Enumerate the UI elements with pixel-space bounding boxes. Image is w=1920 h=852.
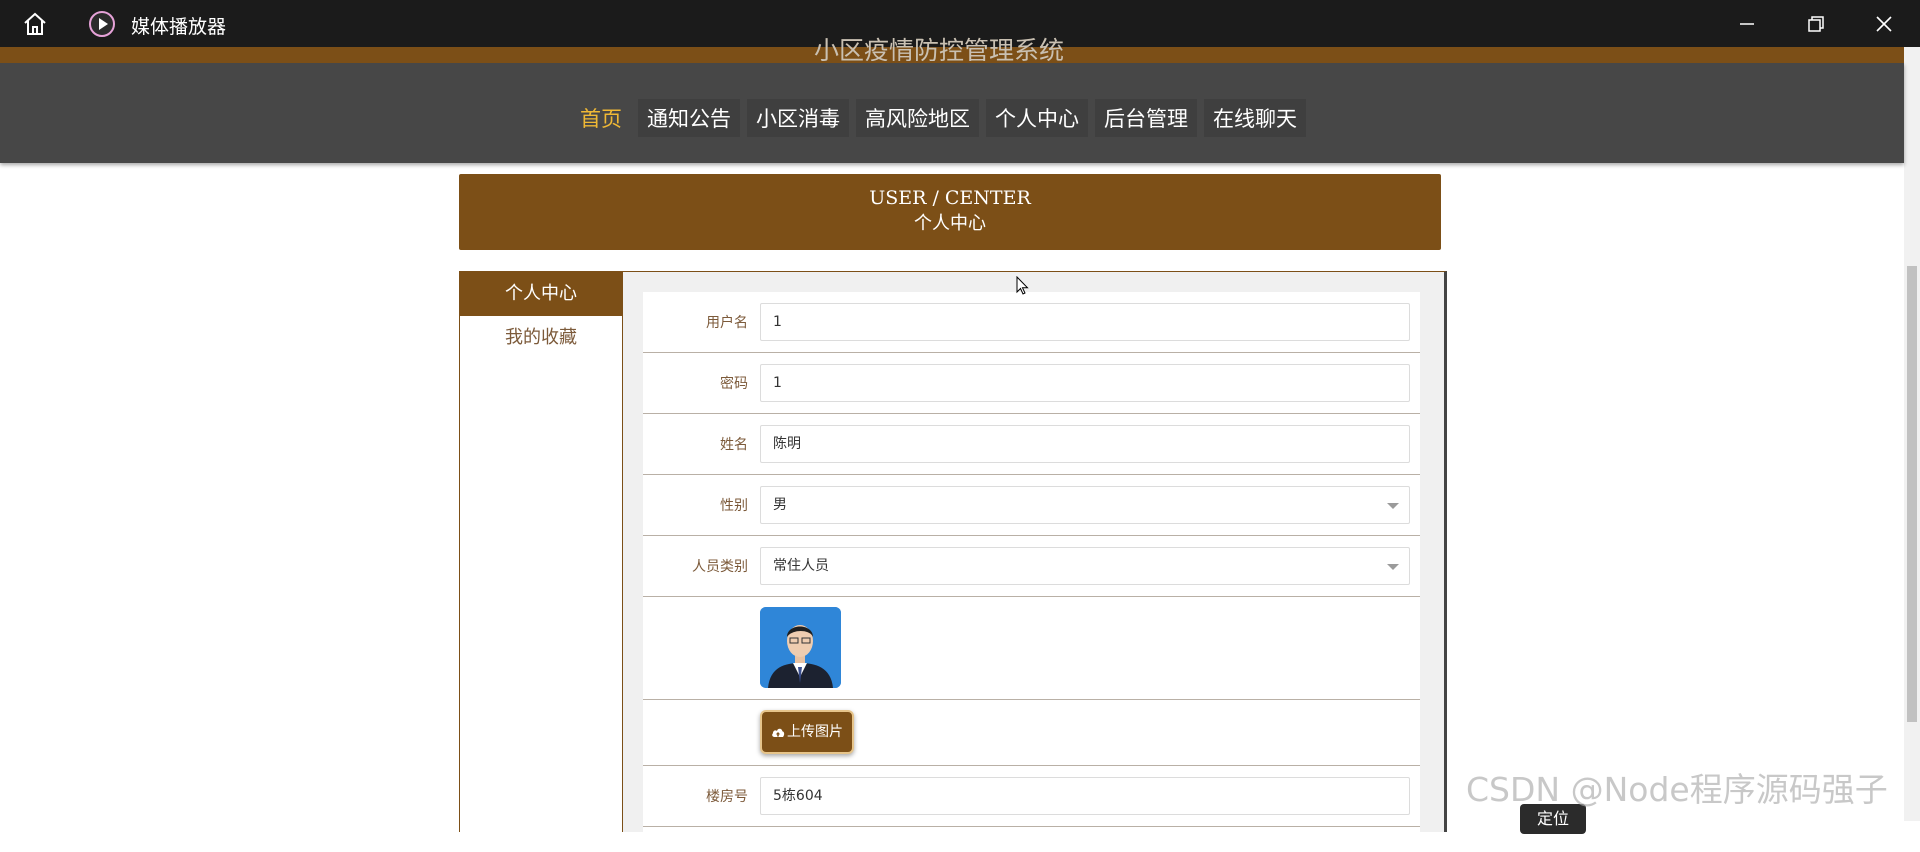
- banner-title-zh: 个人中心: [914, 213, 986, 234]
- gender-select-value: 男: [773, 497, 787, 513]
- upload-image-label: 上传图片: [787, 724, 843, 740]
- form-row-avatar: [643, 597, 1420, 700]
- form-row-building: 楼房号 5栋604: [643, 766, 1420, 827]
- sidebar-item-favorites[interactable]: 我的收藏: [460, 316, 622, 360]
- form-row-upload: 上传图片: [643, 700, 1420, 766]
- form-row-password: 密码 1: [643, 353, 1420, 414]
- scrollbar-thumb[interactable]: [1907, 266, 1917, 722]
- person-type-label: 人员类别: [692, 559, 748, 575]
- form-area: 用户名 1 密码 1 姓名 陈明 性别 男 人员类别 常住人员 上传图片 楼房号…: [623, 272, 1444, 852]
- banner-title-en: USER / CENTER: [869, 187, 1031, 209]
- page-scrollbar[interactable]: [1904, 47, 1920, 821]
- username-label: 用户名: [706, 315, 748, 331]
- form-row-name: 姓名 陈明: [643, 414, 1420, 475]
- main-nav: 首页 通知公告 小区消毒 高风险地区 个人中心 后台管理 在线聊天: [0, 63, 1904, 163]
- avatar-photo: [760, 607, 841, 688]
- nav-list: 首页 通知公告 小区消毒 高风险地区 个人中心 后台管理 在线聊天: [571, 99, 1306, 137]
- building-label: 楼房号: [706, 789, 748, 805]
- watermark: CSDN @Node程序源码强子: [1466, 770, 1888, 809]
- sidebar-item-user-center[interactable]: 个人中心: [460, 272, 622, 316]
- building-input[interactable]: 5栋604: [760, 777, 1410, 815]
- username-input[interactable]: 1: [760, 303, 1410, 341]
- chevron-down-icon: [1387, 564, 1399, 570]
- nav-notices[interactable]: 通知公告: [638, 99, 740, 137]
- nav-user-center[interactable]: 个人中心: [986, 99, 1088, 137]
- site-title: 小区疫情防控管理系统: [0, 31, 1878, 61]
- upload-image-button[interactable]: 上传图片: [760, 710, 854, 754]
- nav-high-risk-areas[interactable]: 高风险地区: [856, 99, 979, 137]
- name-label: 姓名: [720, 437, 748, 453]
- user-center-panel: 个人中心 我的收藏 用户名 1 密码 1 姓名 陈明 性别 男 人员类别 常住人…: [459, 271, 1447, 852]
- name-input[interactable]: 陈明: [760, 425, 1410, 463]
- form-row-username: 用户名 1: [643, 292, 1420, 353]
- cloud-upload-icon: [772, 728, 785, 737]
- person-type-select[interactable]: 常住人员: [760, 547, 1410, 585]
- page-banner: USER / CENTER 个人中心: [459, 174, 1441, 250]
- person-type-select-value: 常住人员: [773, 558, 829, 574]
- nav-chat[interactable]: 在线聊天: [1204, 99, 1306, 137]
- site-title-text: 小区疫情防控管理系统: [813, 36, 1064, 61]
- profile-form: 用户名 1 密码 1 姓名 陈明 性别 男 人员类别 常住人员 上传图片 楼房号…: [643, 292, 1420, 852]
- form-row-person-type: 人员类别 常住人员: [643, 536, 1420, 597]
- gender-label: 性别: [720, 498, 748, 514]
- nav-home[interactable]: 首页: [571, 99, 631, 137]
- chevron-down-icon: [1387, 503, 1399, 509]
- form-row-gender: 性别 男: [643, 475, 1420, 536]
- password-input[interactable]: 1: [760, 364, 1410, 402]
- nav-disinfection[interactable]: 小区消毒: [747, 99, 849, 137]
- mouse-cursor-icon: [1016, 276, 1029, 295]
- sidebar: 个人中心 我的收藏: [460, 272, 623, 832]
- avatar: [760, 607, 841, 688]
- password-label: 密码: [720, 376, 748, 392]
- nav-admin[interactable]: 后台管理: [1095, 99, 1197, 137]
- gender-select[interactable]: 男: [760, 486, 1410, 524]
